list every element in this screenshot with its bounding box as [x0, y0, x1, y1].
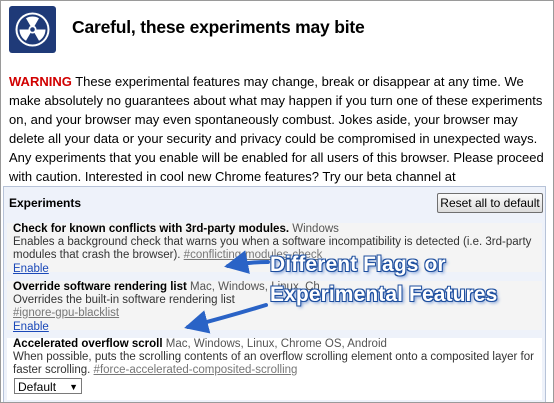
annotation-callout-line1: Different Flags or [270, 253, 446, 276]
arrow-to-flag-2 [184, 303, 268, 334]
annotation-callout-line2: Experimental Features [270, 283, 498, 306]
arrow-to-flag-1 [224, 250, 270, 274]
annotation-arrows [184, 250, 270, 334]
